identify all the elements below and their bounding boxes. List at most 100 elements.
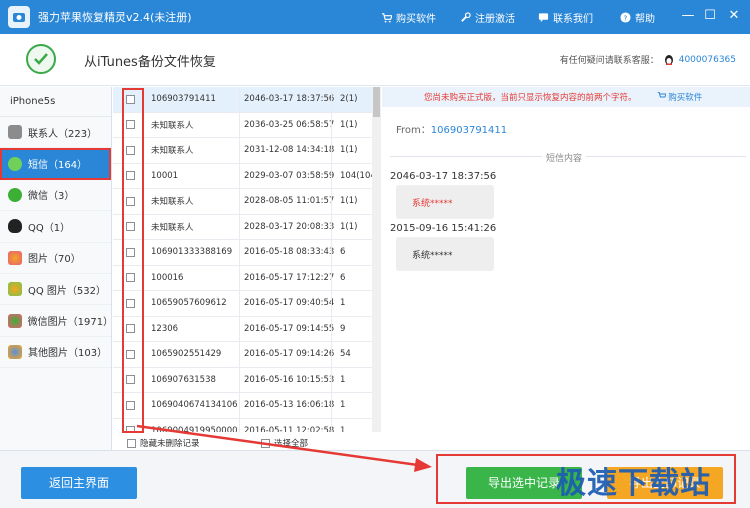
row-number: 10001 bbox=[151, 170, 179, 181]
row-count: 1 bbox=[331, 418, 373, 432]
table-row[interactable]: 106907631538 2016-05-16 10:15:53 1 bbox=[113, 367, 380, 393]
row-count: 1(1) bbox=[331, 138, 373, 163]
sidebar-item-photos[interactable]: 图片（70） bbox=[0, 243, 111, 274]
row-count: 1(1) bbox=[331, 112, 373, 137]
message-time: 2015-09-16 15:41:26 bbox=[390, 223, 497, 234]
row-date: 2028-08-05 11:01:57 bbox=[239, 189, 334, 214]
photos-icon bbox=[8, 250, 22, 265]
buy-software-link[interactable]: 购买软件 bbox=[657, 91, 702, 103]
row-date: 2031-12-08 14:34:18 bbox=[239, 138, 334, 163]
row-number: 100016 bbox=[151, 272, 184, 283]
table-row[interactable]: 10001 2029-03-07 03:58:59 104(104) bbox=[113, 163, 380, 189]
row-count: 1(1) bbox=[331, 214, 373, 239]
row-date: 2016-05-17 09:14:26 bbox=[239, 342, 334, 367]
title-bar: 强力苹果恢复精灵v2.4(未注册) 购买软件 注册激活 联系我们 ? 帮助 — … bbox=[0, 0, 750, 34]
qq-photos-icon bbox=[8, 282, 22, 297]
message-list: 106903791411 2046-03-17 18:37:56 2(1) 未知联系人… bbox=[113, 87, 381, 432]
table-row[interactable]: 未知联系人 2036-03-25 06:58:57 1(1) bbox=[113, 112, 380, 138]
row-number: 1069040674134106 bbox=[151, 400, 238, 411]
wrench-icon bbox=[461, 12, 471, 22]
row-count: 2(1) bbox=[331, 87, 373, 112]
row-number: 未知联系人 bbox=[151, 222, 194, 233]
list-scrollbar[interactable] bbox=[372, 87, 381, 432]
table-row[interactable]: 12306 2016-05-17 09:14:55 9 bbox=[113, 316, 380, 342]
sidebar-item-other-photos[interactable]: 其他图片（103） bbox=[0, 337, 111, 369]
row-number: 106903791411 bbox=[151, 94, 216, 105]
help-icon: ? bbox=[620, 12, 631, 23]
select-all-checkbox[interactable] bbox=[261, 438, 270, 448]
row-date: 2029-03-07 03:58:59 bbox=[239, 163, 334, 188]
row-number: 10659057609612 bbox=[151, 298, 227, 309]
row-count: 1 bbox=[331, 367, 373, 392]
menu-contact-us[interactable]: 联系我们 bbox=[538, 10, 593, 25]
table-row[interactable]: 100016 2016-05-17 17:12:27 6 bbox=[113, 265, 380, 291]
row-count: 6 bbox=[331, 265, 373, 290]
menu-help[interactable]: ? 帮助 bbox=[620, 10, 655, 25]
customer-service: 有任何疑问请联系客服： 4000076365 bbox=[559, 54, 736, 66]
row-number: 未知联系人 bbox=[151, 120, 194, 131]
sidebar-item-sms[interactable]: 短信（164） bbox=[0, 148, 111, 180]
wechat-photos-icon bbox=[8, 313, 22, 328]
row-date: 2016-05-17 09:40:54 bbox=[239, 291, 334, 316]
message-time: 2046-03-17 18:37:56 bbox=[390, 171, 497, 182]
unregistered-notice: 您尚未购买正式版，当前只显示恢复内容的前两个字符。 购买软件 bbox=[382, 87, 750, 107]
cart-icon bbox=[657, 92, 667, 98]
row-number: 106907631538 bbox=[151, 374, 216, 385]
row-date: 2016-05-11 12:02:58 bbox=[239, 418, 334, 432]
message-bubble: 系统***** bbox=[396, 237, 494, 271]
hide-deleted-option[interactable]: 隐藏未删除记录 bbox=[127, 437, 200, 449]
table-row[interactable]: 1069004919950000 2016-05-11 12:02:58 1 bbox=[113, 418, 380, 432]
from-line: From：106903791411 bbox=[396, 125, 508, 136]
row-date: 2016-05-17 09:14:55 bbox=[239, 316, 334, 341]
hide-deleted-checkbox[interactable] bbox=[127, 438, 136, 448]
table-row[interactable]: 106903791411 2046-03-17 18:37:56 2(1) bbox=[113, 87, 380, 113]
recover-check-icon bbox=[26, 44, 56, 74]
contacts-icon bbox=[8, 125, 22, 140]
row-date: 2016-05-17 17:12:27 bbox=[239, 265, 334, 290]
select-all-option[interactable]: 选择全部 bbox=[261, 437, 308, 449]
row-number: 未知联系人 bbox=[151, 146, 194, 157]
row-date: 2016-05-16 10:15:53 bbox=[239, 367, 334, 392]
row-count: 54 bbox=[331, 342, 373, 367]
table-row[interactable]: 1065902551429 2016-05-17 09:14:26 54 bbox=[113, 342, 380, 368]
menu-buy-software[interactable]: 购买软件 bbox=[381, 10, 436, 25]
sidebar-item-qq-photos[interactable]: QQ 图片（532） bbox=[0, 274, 111, 306]
maximize-button[interactable]: ☐ bbox=[702, 8, 718, 24]
table-row[interactable]: 未知联系人 2028-03-17 20:08:33 1(1) bbox=[113, 214, 380, 240]
table-row[interactable]: 未知联系人 2028-08-05 11:01:57 1(1) bbox=[113, 189, 380, 215]
message-bubble: 系统***** bbox=[396, 185, 494, 219]
service-qq-link[interactable]: 4000076365 bbox=[679, 55, 736, 65]
sidebar-item-wechat[interactable]: 微信（3） bbox=[0, 180, 111, 212]
row-count: 9 bbox=[331, 316, 373, 341]
menu-register[interactable]: 注册激活 bbox=[460, 10, 515, 25]
from-number: 106903791411 bbox=[430, 125, 508, 136]
sms-content-label: 短信内容 bbox=[542, 151, 587, 164]
sms-icon bbox=[8, 156, 22, 171]
row-count: 6 bbox=[331, 240, 373, 265]
scrollbar-thumb[interactable] bbox=[373, 87, 380, 117]
row-date: 2016-05-13 16:06:18 bbox=[239, 393, 334, 418]
app-logo-icon bbox=[8, 6, 30, 28]
sidebar-item-qq[interactable]: QQ（1） bbox=[0, 211, 111, 243]
sidebar-item-wechat-photos[interactable]: 微信图片（1971） bbox=[0, 305, 113, 337]
table-row[interactable]: 106901333388169 2016-05-18 08:33:43 6 bbox=[113, 240, 380, 266]
table-row[interactable]: 未知联系人 2031-12-08 14:34:18 1(1) bbox=[113, 138, 380, 164]
back-to-main-button[interactable]: 返回主界面 bbox=[21, 467, 137, 499]
message-detail: 您尚未购买正式版，当前只显示恢复内容的前两个字符。 购买软件 From：1069… bbox=[382, 87, 750, 450]
row-number: 1069004919950000 bbox=[151, 425, 238, 432]
close-button[interactable]: ✕ bbox=[726, 8, 742, 24]
row-date: 2028-03-17 20:08:33 bbox=[239, 214, 334, 239]
sidebar-item-contacts[interactable]: 联系人（223） bbox=[0, 117, 111, 149]
row-number: 12306 bbox=[151, 323, 179, 334]
category-sidebar: iPhone5s 联系人（223） 短信（164） 微信（3） QQ（1） 图片… bbox=[0, 87, 113, 450]
checkbox-column-highlight bbox=[122, 88, 144, 433]
table-row[interactable]: 1069040674134106 2016-05-13 16:06:18 1 bbox=[113, 393, 380, 419]
row-date: 2016-05-18 08:33:43 bbox=[239, 240, 334, 265]
wechat-icon bbox=[8, 187, 22, 202]
minimize-button[interactable]: — bbox=[680, 8, 696, 24]
chat-icon bbox=[538, 13, 549, 23]
table-row[interactable]: 10659057609612 2016-05-17 09:40:54 1 bbox=[113, 291, 380, 317]
sub-header: 从iTunes备份文件恢复 有任何疑问请联系客服： 4000076365 bbox=[0, 34, 750, 86]
device-name: iPhone5s bbox=[0, 87, 111, 117]
watermark: 极速下载站 bbox=[556, 466, 711, 501]
